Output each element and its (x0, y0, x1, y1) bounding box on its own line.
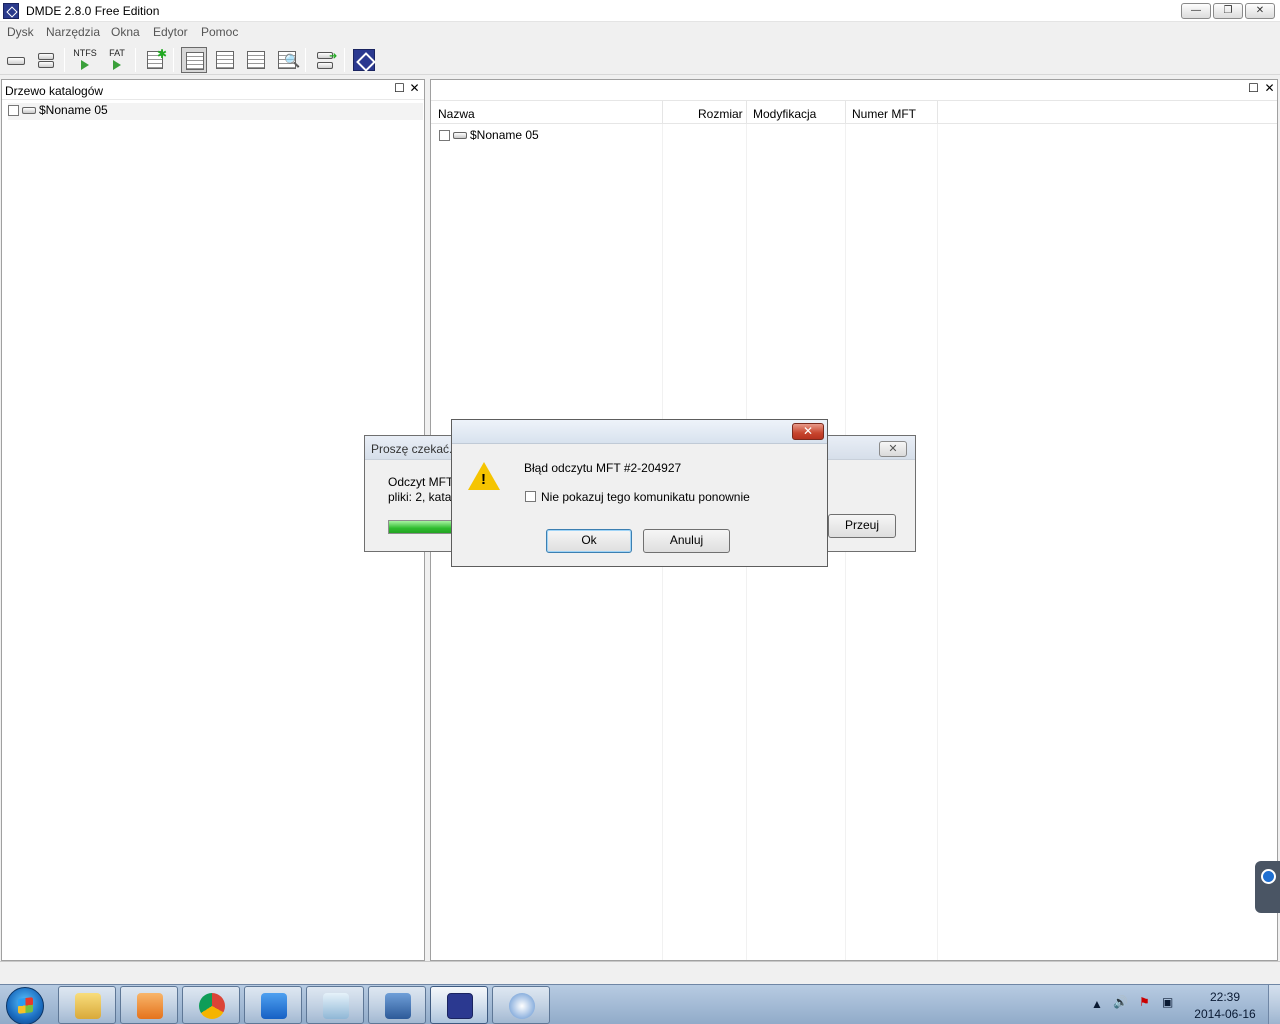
file-list-header: ☐ ✕ (431, 80, 1277, 100)
network-icon (385, 993, 411, 1019)
close-pane-icon[interactable]: ✕ (1263, 82, 1276, 95)
column-numer-mft[interactable]: Numer MFT (852, 103, 916, 123)
cancel-button[interactable]: Anuluj (643, 529, 730, 553)
close-pane-icon[interactable]: ✕ (408, 82, 421, 95)
clock-time[interactable]: 22:39 (1200, 990, 1250, 1004)
ok-button[interactable]: Ok (546, 529, 632, 553)
dont-show-again-label: Nie pokazuj tego komunikatu ponownie (541, 490, 750, 504)
teamviewer-icon (261, 993, 287, 1019)
taskbar-explorer[interactable] (58, 986, 116, 1024)
error-dialog: ✕ ! Błąd odczytu MFT #2-204927 Nie pokaz… (451, 419, 828, 567)
tree-item-label: $Noname 05 (39, 103, 108, 117)
drive-icon[interactable] (3, 47, 29, 73)
directory-tree-pane: Drzewo katalogów ☐ ✕ $Noname 05 (1, 79, 425, 961)
ntfs-label: NTFS (73, 48, 97, 58)
tree-view-icon[interactable] (181, 47, 207, 73)
progress-bar (388, 520, 452, 534)
column-nazwa[interactable]: Nazwa (438, 103, 475, 123)
fat-scan-icon[interactable]: FAT (104, 47, 130, 73)
close-window-button[interactable]: ✕ (1245, 3, 1275, 19)
taskbar-update[interactable] (492, 986, 550, 1024)
window-title: DMDE 2.8.0 Free Edition (26, 4, 160, 18)
media-player-icon (137, 993, 163, 1019)
chrome-icon (199, 993, 225, 1019)
dmde-logo-icon[interactable] (351, 47, 377, 73)
drives-icon[interactable] (33, 47, 59, 73)
minimize-button[interactable]: — (1181, 3, 1211, 19)
progress-dialog-title: Proszę czekać... (371, 442, 460, 456)
menu-narzedzia[interactable]: Narzędzia (46, 25, 100, 39)
taskbar-notes[interactable] (306, 986, 364, 1024)
clock-date[interactable]: 2014-06-16 (1190, 1007, 1260, 1021)
maximize-pane-icon[interactable]: ☐ (393, 82, 406, 95)
drive-icon (22, 107, 36, 115)
error-message: Błąd odczytu MFT #2-204927 (524, 461, 682, 475)
error-dialog-caption: ✕ (452, 420, 827, 444)
close-icon[interactable]: ✕ (879, 441, 907, 457)
notes-icon (323, 993, 349, 1019)
dmde-icon (447, 993, 473, 1019)
new-file-icon[interactable]: ✱ (142, 47, 168, 73)
dmde-app-icon (3, 3, 19, 19)
update-icon (509, 993, 535, 1019)
drive-icon (453, 132, 467, 140)
volume-icon[interactable]: 🔊 (1113, 995, 1128, 1009)
interrupt-button[interactable]: Przeuj (828, 514, 896, 538)
menu-pomoc[interactable]: Pomoc (201, 25, 238, 39)
show-desktop-button[interactable] (1268, 985, 1280, 1024)
maximize-pane-icon[interactable]: ☐ (1247, 82, 1260, 95)
column-rozmiar[interactable]: Rozmiar (698, 103, 743, 123)
ntfs-scan-icon[interactable]: NTFS (72, 47, 98, 73)
column-modyfikacja[interactable]: Modyfikacja (753, 103, 816, 123)
menu-edytor[interactable]: Edytor (153, 25, 188, 39)
search-view-icon[interactable]: 🔍 (274, 47, 300, 73)
directory-tree-header: Drzewo katalogów ☐ ✕ (2, 80, 424, 100)
progress-line-2: pliki: 2, kata (388, 490, 452, 504)
column-header-row: Nazwa Rozmiar Modyfikacja Numer MFT (431, 100, 1277, 124)
directory-tree-title: Drzewo katalogów (5, 84, 104, 98)
dont-show-again-checkbox[interactable] (525, 491, 536, 502)
taskbar-dmde[interactable] (430, 986, 488, 1024)
teamviewer-side-tab[interactable] (1255, 861, 1280, 913)
show-hidden-icons-icon[interactable]: ▲ (1091, 997, 1103, 1011)
status-bar (0, 961, 1280, 984)
taskbar: ▲ 🔊 ⚑ ▣ 22:39 2014-06-16 (0, 984, 1280, 1024)
file-row[interactable]: $Noname 05 (439, 128, 539, 145)
close-icon[interactable]: ✕ (792, 423, 824, 440)
file-row-checkbox[interactable] (439, 130, 450, 142)
menu-bar: Dysk Narzędzia Okna Edytor Pomoc (0, 22, 1280, 42)
toolbar: NTFS FAT ✱ 🔍 ➜ (0, 43, 1280, 75)
taskbar-media-player[interactable] (120, 986, 178, 1024)
menu-dysk[interactable]: Dysk (7, 25, 34, 39)
action-center-icon[interactable]: ▣ (1162, 995, 1173, 1009)
progress-line-1: Odczyt MFT (388, 475, 454, 489)
list-view-icon[interactable] (212, 47, 238, 73)
taskbar-network[interactable] (368, 986, 426, 1024)
tree-item[interactable]: $Noname 05 (8, 103, 423, 120)
file-row-name: $Noname 05 (470, 128, 539, 142)
start-button[interactable] (6, 987, 44, 1024)
explorer-icon (75, 993, 101, 1019)
taskbar-chrome[interactable] (182, 986, 240, 1024)
title-bar: DMDE 2.8.0 Free Edition — ❐ ✕ (0, 0, 1280, 22)
progress-fill (389, 521, 451, 533)
teamviewer-icon (1261, 869, 1276, 884)
menu-okna[interactable]: Okna (111, 25, 140, 39)
details-view-icon[interactable] (243, 47, 269, 73)
tree-item-checkbox[interactable] (8, 105, 19, 117)
network-status-icon[interactable]: ⚑ (1139, 995, 1150, 1009)
recover-icon[interactable]: ➜ (312, 47, 338, 73)
fat-label: FAT (109, 48, 125, 58)
restore-button[interactable]: ❐ (1213, 3, 1243, 19)
taskbar-teamviewer[interactable] (244, 986, 302, 1024)
